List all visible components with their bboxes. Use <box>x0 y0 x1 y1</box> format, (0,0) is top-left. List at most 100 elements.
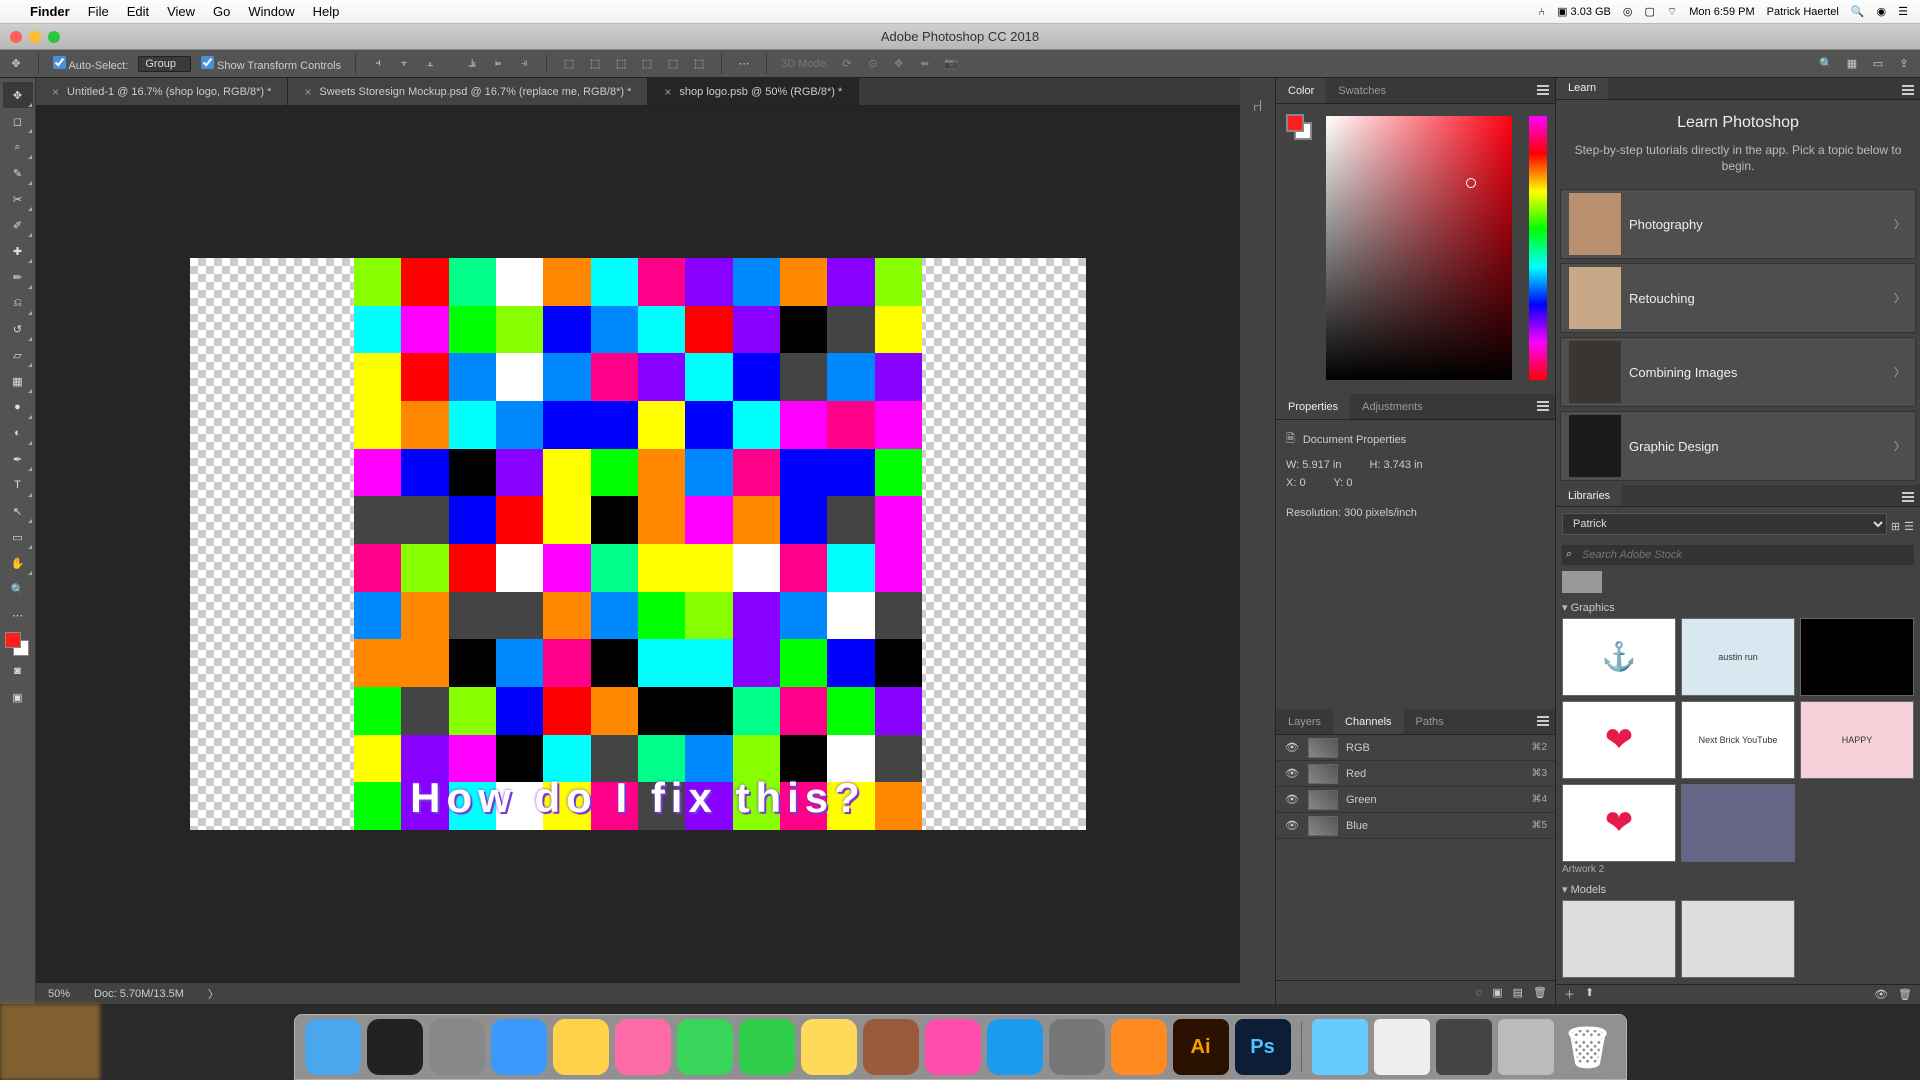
align-right-icon[interactable]: ⫣ <box>516 56 532 72</box>
status-chevron-icon[interactable]: 〉 <box>208 986 219 1002</box>
siri-icon[interactable]: ◉ <box>1877 5 1887 18</box>
gradient-tool[interactable]: ▦ <box>3 368 33 394</box>
screen-mode-icon[interactable]: ▭ <box>1870 56 1886 72</box>
align-top-icon[interactable]: ⫞ <box>370 56 386 72</box>
adjustments-tab[interactable]: Adjustments <box>1350 394 1435 419</box>
eyedropper-tool[interactable]: ✐ <box>3 212 33 238</box>
swatches-tab[interactable]: Swatches <box>1326 78 1398 103</box>
zoom-tool[interactable]: 🔍 <box>3 576 33 602</box>
pen-tool[interactable]: ✒ <box>3 446 33 472</box>
new-channel-icon[interactable]: ▤ <box>1513 986 1523 999</box>
share-icon[interactable]: ⇪ <box>1896 56 1912 72</box>
library-item[interactable] <box>1562 900 1676 978</box>
panel-menu-icon[interactable] <box>1902 492 1914 502</box>
minimize-window-icon[interactable] <box>29 31 41 43</box>
auto-select-checkbox[interactable]: Auto-Select: <box>53 56 128 72</box>
library-item[interactable]: ❤ <box>1562 784 1676 862</box>
dock-app[interactable] <box>739 1019 795 1075</box>
notification-center-icon[interactable]: ☰ <box>1898 5 1908 18</box>
menu-view[interactable]: View <box>167 4 195 19</box>
models-section-header[interactable]: ▾ Models <box>1562 883 1914 896</box>
arrange-documents-icon[interactable]: ▦ <box>1844 56 1860 72</box>
hue-slider[interactable] <box>1529 116 1547 380</box>
clone-stamp-tool[interactable]: ⎌ <box>3 290 33 316</box>
align-bottom-icon[interactable]: ⫠ <box>422 56 438 72</box>
dock-app[interactable] <box>367 1019 423 1075</box>
dock-item[interactable] <box>1374 1019 1430 1075</box>
dropbox-icon[interactable]: ⑃ <box>1538 6 1545 18</box>
channel-row[interactable]: 👁Blue⌘5 <box>1276 813 1555 839</box>
panel-menu-icon[interactable] <box>1537 401 1549 411</box>
spotlight-icon[interactable]: 🔍 <box>1851 5 1865 18</box>
brush-tool[interactable]: ✏ <box>3 264 33 290</box>
color-fg-bg[interactable] <box>1286 114 1314 142</box>
library-item[interactable]: austin run <box>1681 618 1795 696</box>
properties-tab[interactable]: Properties <box>1276 394 1350 419</box>
edit-toolbar[interactable]: ⋯ <box>3 602 33 628</box>
library-search-input[interactable] <box>1562 545 1914 565</box>
align-vcenter-icon[interactable]: ⫟ <box>396 56 412 72</box>
close-tab-icon[interactable]: × <box>304 85 311 99</box>
path-select-tool[interactable]: ↖ <box>3 498 33 524</box>
library-item[interactable]: ❤ <box>1562 701 1676 779</box>
healing-brush-tool[interactable]: ✚ <box>3 238 33 264</box>
delete-channel-icon[interactable]: 🗑 <box>1533 986 1547 999</box>
foreground-background-colors[interactable] <box>5 632 31 658</box>
maximize-window-icon[interactable] <box>48 31 60 43</box>
dock-app[interactable]: Ai <box>1173 1019 1229 1075</box>
distribute-icon[interactable]: ⬚ <box>587 56 603 72</box>
dock-app[interactable] <box>429 1019 485 1075</box>
document-tab[interactable]: ×Untitled-1 @ 16.7% (shop logo, RGB/8*) … <box>36 78 288 105</box>
color-tab[interactable]: Color <box>1276 78 1326 103</box>
dock-app[interactable]: Ps <box>1235 1019 1291 1075</box>
channel-row[interactable]: 👁Red⌘3 <box>1276 761 1555 787</box>
marquee-tool[interactable]: ◻ <box>3 108 33 134</box>
distribute-icon[interactable]: ⬚ <box>561 56 577 72</box>
learn-topic[interactable]: Retouching〉 <box>1560 263 1916 333</box>
library-item[interactable]: Next Brick YouTube <box>1681 701 1795 779</box>
dock-app[interactable] <box>491 1019 547 1075</box>
dock-app[interactable] <box>925 1019 981 1075</box>
library-item[interactable] <box>1681 784 1795 862</box>
graphics-section-header[interactable]: ▾ Graphics <box>1562 601 1914 614</box>
dock-app[interactable] <box>1049 1019 1105 1075</box>
doc-size[interactable]: Doc: 5.70M/13.5M <box>94 988 184 1000</box>
channels-tab[interactable]: Channels <box>1333 709 1403 734</box>
document-tab[interactable]: ×shop logo.psb @ 50% (RGB/8*) * <box>648 78 859 105</box>
more-options-icon[interactable]: ⋯ <box>736 56 752 72</box>
hand-tool[interactable]: ✋ <box>3 550 33 576</box>
menu-go[interactable]: Go <box>213 4 230 19</box>
wifi-icon[interactable]: ⌔ <box>1667 5 1677 19</box>
channel-row[interactable]: 👁Green⌘4 <box>1276 787 1555 813</box>
canvas-area[interactable]: How do I fix this? <box>36 106 1240 982</box>
dodge-tool[interactable]: ◐ <box>3 420 33 446</box>
dock-item[interactable] <box>1312 1019 1368 1075</box>
history-brush-tool[interactable]: ↺ <box>3 316 33 342</box>
screen-mode-tool-icon[interactable]: ▣ <box>3 684 33 710</box>
align-left-icon[interactable]: ⫡ <box>464 56 480 72</box>
clock[interactable]: Mon 6:59 PM <box>1689 6 1754 18</box>
dock-app[interactable] <box>1111 1019 1167 1075</box>
libraries-tab[interactable]: Libraries <box>1556 485 1622 506</box>
library-filter-chip[interactable] <box>1562 571 1602 593</box>
save-selection-icon[interactable]: ◌ <box>1476 987 1483 999</box>
search-icon[interactable]: 🔍 <box>1818 56 1834 72</box>
delete-icon[interactable]: 🗑 <box>1898 988 1912 1001</box>
close-tab-icon[interactable]: × <box>664 85 671 99</box>
libraries-sync-icon[interactable]: ⬆ <box>1585 986 1594 1002</box>
quick-mask-icon[interactable]: ◙ <box>3 658 33 684</box>
eraser-tool[interactable]: ▱ <box>3 342 33 368</box>
dock-app[interactable] <box>801 1019 857 1075</box>
move-tool[interactable]: ✥ <box>3 82 33 108</box>
align-hcenter-icon[interactable]: ⫢ <box>490 56 506 72</box>
display-icon[interactable]: ▢ <box>1645 5 1655 18</box>
paths-tab[interactable]: Paths <box>1404 709 1456 734</box>
panel-menu-icon[interactable] <box>1537 716 1549 726</box>
dock-app[interactable] <box>987 1019 1043 1075</box>
library-item[interactable] <box>1800 618 1914 696</box>
channel-row[interactable]: 👁RGB⌘2 <box>1276 735 1555 761</box>
dock-app[interactable] <box>863 1019 919 1075</box>
menu-window[interactable]: Window <box>248 4 294 19</box>
user-name[interactable]: Patrick Haertel <box>1767 6 1839 18</box>
visibility-icon[interactable]: 👁 <box>1284 793 1300 806</box>
